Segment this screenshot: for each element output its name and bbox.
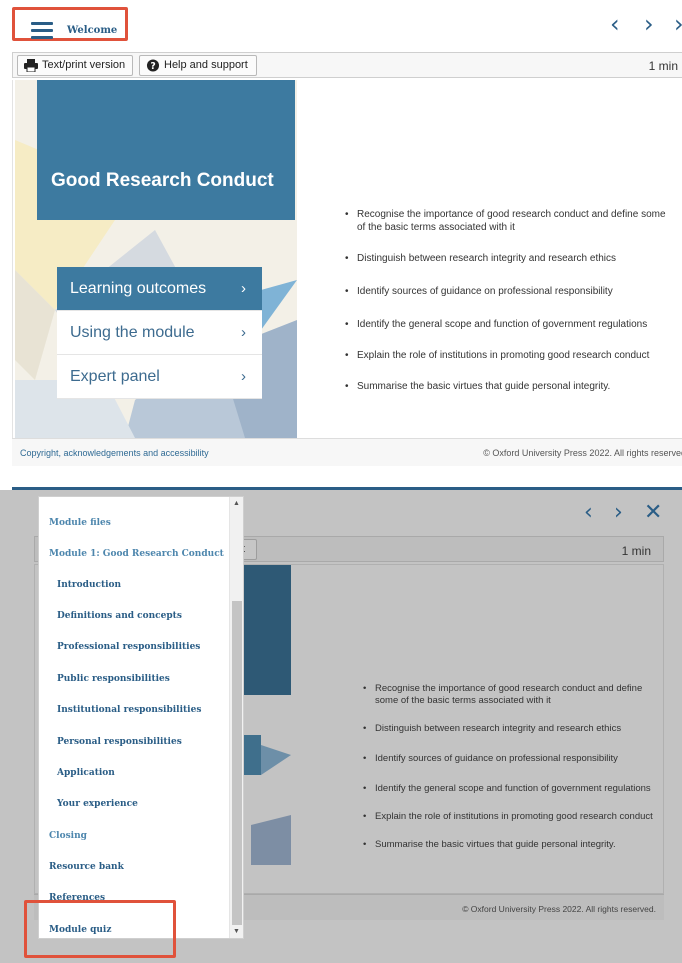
copyright-text: © Oxford University Press 2022. All righ… [483,448,682,458]
chevron-right-icon: › [241,324,246,341]
drawer-item-module-files[interactable]: Module files [49,518,111,528]
course-panel-menu-open: ‹ › ✕ t 1 min Recognise the importance o… [0,490,682,963]
hamburger-icon [31,22,53,39]
drawer-item-closing[interactable]: Closing [49,831,87,841]
help-support-button[interactable]: ? Help and support [139,55,257,76]
list-item: Identify sources of guidance on professi… [363,753,663,765]
drawer-item-resource-bank[interactable]: Resource bank [49,862,124,872]
list-item: Summarise the basic virtues that guide p… [363,839,663,851]
reading-time: 1 min [621,544,651,558]
drawer-item-institutional[interactable]: Institutional responsibilities [57,705,201,715]
menu-button[interactable]: Welcome [12,7,128,41]
previous-page-button[interactable]: ‹ [610,12,620,36]
nav-label: Learning outcomes [70,280,207,297]
previous-page-button[interactable]: ‹ [584,502,593,524]
list-item: Identify sources of guidance on professi… [345,285,675,298]
scroll-down-icon[interactable]: ▼ [233,928,240,935]
next-page-button[interactable]: › [644,12,654,36]
close-icon[interactable]: ✕ [644,502,662,524]
hero-background-shapes [251,745,291,865]
nav-label: Expert panel [70,368,160,385]
learning-outcomes-list: Recognise the importance of good researc… [345,208,675,393]
drawer-item-application[interactable]: Application [57,768,115,778]
toolbar: Text/print version ? Help and support 1 … [12,52,682,78]
content-area: Good Research Conduct Learning outcomes … [12,80,682,438]
module-title-block [241,565,291,695]
svg-text:?: ? [150,61,155,72]
learning-outcomes-list: Recognise the importance of good researc… [363,683,663,851]
list-item: Identify the general scope and function … [345,318,675,331]
chevron-right-icon: › [241,280,246,297]
module-title-block: Good Research Conduct [37,80,295,220]
list-item: Recognise the importance of good researc… [363,683,663,707]
help-icon: ? [146,59,160,72]
reading-time: 1 min [648,59,678,73]
list-item: Recognise the importance of good researc… [345,208,675,234]
navigation-drawer: Module files Module 1: Good Research Con… [38,496,244,939]
close-button-partial[interactable]: › [674,12,682,36]
copyright-text: © Oxford University Press 2022. All righ… [462,904,656,914]
copyright-link[interactable]: Copyright, acknowledgements and accessib… [20,448,209,458]
drawer-item-introduction[interactable]: Introduction [57,580,121,590]
drawer-item-your-experience[interactable]: Your experience [57,799,138,809]
next-page-button[interactable]: › [614,502,623,524]
text-print-button[interactable]: Text/print version [17,55,133,76]
drawer-item-definitions[interactable]: Definitions and concepts [57,611,182,621]
list-item: Distinguish between research integrity a… [345,252,675,265]
nav-using-the-module[interactable]: Using the module › [57,311,262,355]
drawer-item-personal[interactable]: Personal responsibilities [57,737,182,747]
course-panel-top: Welcome ‹ › › Text/print version ? Help … [0,0,682,470]
hero-graphic: Good Research Conduct Learning outcomes … [15,80,297,438]
nav-expert-panel[interactable]: Expert panel › [57,355,262,399]
footer: Copyright, acknowledgements and accessib… [12,438,682,466]
drawer-item-professional[interactable]: Professional responsibilities [57,642,200,652]
printer-icon [24,59,38,72]
top-bar: Welcome ‹ › › [0,0,682,48]
module-title: Good Research Conduct [51,170,274,191]
list-item: Identify the general scope and function … [363,783,663,795]
drawer-item-public[interactable]: Public responsibilities [57,674,170,684]
text-print-label: Text/print version [42,59,126,71]
drawer-scrollbar[interactable]: ▲ ▼ [229,497,243,938]
chevron-right-icon: › [241,368,246,385]
list-item: Distinguish between research integrity a… [363,723,663,735]
module-nav: Learning outcomes › Using the module › E… [57,267,262,399]
scroll-up-icon[interactable]: ▲ [233,500,240,507]
list-item: Explain the role of institutions in prom… [363,811,663,823]
scrollbar-thumb[interactable] [232,601,242,925]
help-support-label: Help and support [164,59,248,71]
list-item: Summarise the basic virtues that guide p… [345,380,675,393]
menu-label: Welcome [67,25,118,36]
module-quiz-highlight [24,900,176,958]
list-item: Explain the role of institutions in prom… [345,349,675,362]
nav-learning-outcomes[interactable]: Learning outcomes › [57,267,262,311]
drawer-item-module-1[interactable]: Module 1: Good Research Conduct [49,549,224,559]
nav-label: Using the module [70,324,195,341]
